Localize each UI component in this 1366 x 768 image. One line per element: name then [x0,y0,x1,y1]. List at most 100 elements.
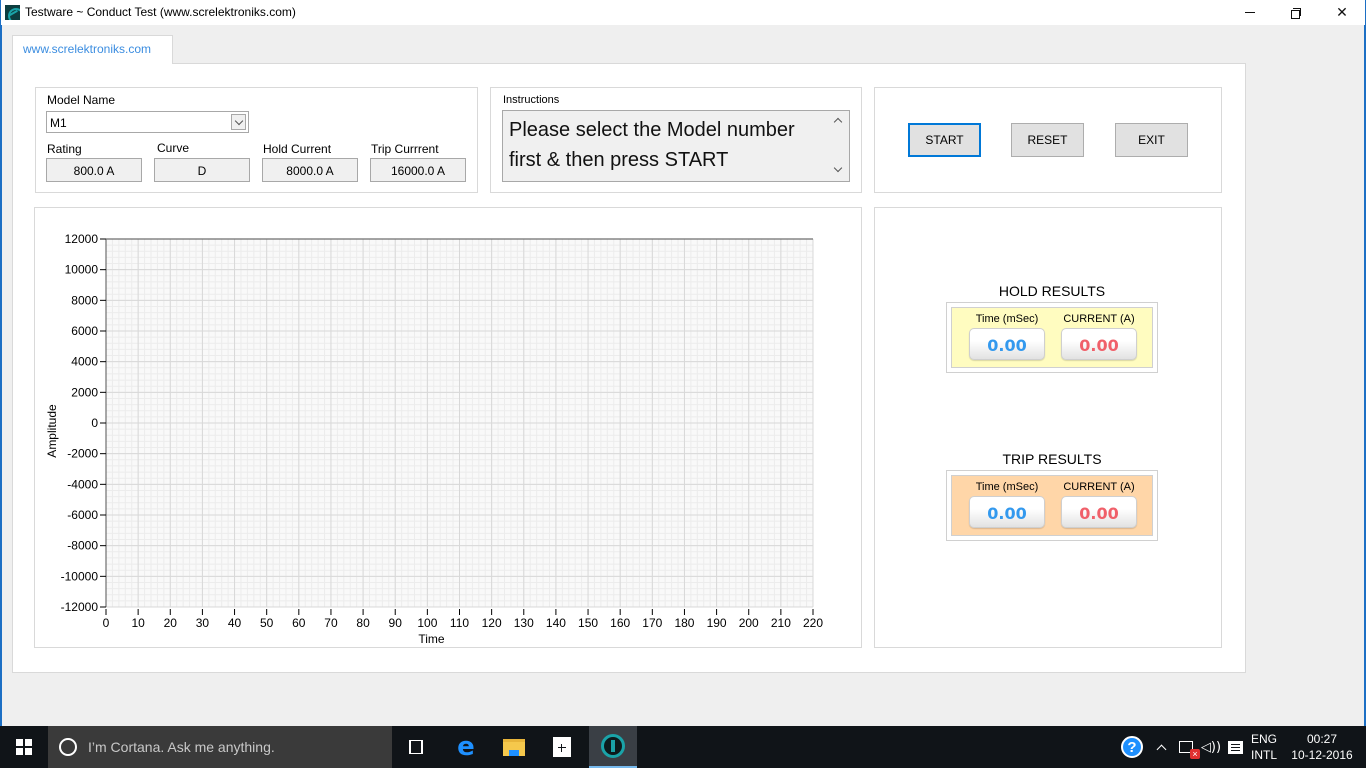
show-hidden-icons-button[interactable] [1152,726,1170,768]
task-view-icon [409,740,423,754]
x-tick-label: 30 [196,616,210,630]
chevron-down-icon[interactable] [231,114,246,130]
clock-time: 00:27 [1306,732,1338,746]
curve-field: D [154,158,250,182]
x-tick-label: 190 [707,616,727,630]
folder-icon [503,738,525,756]
y-tick-label: 6000 [71,324,98,338]
restore-icon [1291,7,1301,19]
notification-icon [1227,740,1243,754]
x-tick-label: 220 [803,616,823,630]
x-tick-label: 200 [739,616,759,630]
action-center-button[interactable] [1224,726,1246,768]
close-icon: ✕ [1336,4,1348,20]
x-tick-label: 90 [389,616,403,630]
rating-label: Rating [47,142,82,156]
exit-button[interactable]: EXIT [1115,123,1188,157]
store-icon [553,737,571,757]
y-tick-label: -10000 [61,569,99,583]
hold-results-panel: Time (mSec) CURRENT (A) 0.00 0.00 [946,302,1158,373]
model-name-value: M1 [50,116,67,130]
instructions-textbox[interactable]: Please select the Model number first & t… [502,110,850,182]
start-menu-button[interactable] [0,726,48,768]
hold-current-value: 0.00 [1061,328,1137,360]
x-axis-label: Time [418,632,445,646]
model-name-label: Model Name [47,93,116,107]
x-tick-label: 80 [356,616,370,630]
x-tick-label: 100 [417,616,437,630]
x-tick-label: 20 [164,616,178,630]
start-button[interactable]: START [908,123,981,157]
y-tick-label: -2000 [67,447,98,461]
instructions-scrollbar[interactable] [831,113,847,179]
y-axis-label: Amplitude [45,404,59,458]
results-group [874,207,1222,648]
volume-tray-button[interactable]: ◁)) [1200,726,1222,768]
store-button[interactable] [538,726,586,768]
edge-icon: e [457,732,475,762]
x-tick-label: 160 [610,616,630,630]
reset-button[interactable]: RESET [1011,123,1084,157]
trip-results-panel: Time (mSec) CURRENT (A) 0.00 0.00 [946,470,1158,541]
y-tick-label: -8000 [67,539,98,553]
y-tick-label: 4000 [71,355,98,369]
cortana-icon [59,738,77,756]
hold-results-title: HOLD RESULTS [998,283,1106,299]
x-tick-label: 70 [324,616,338,630]
trip-current-label: Trip Currrent [371,142,439,156]
model-name-dropdown[interactable]: M1 [46,111,249,133]
instructions-text: Please select the Model number first & t… [509,119,795,171]
cortana-search-box[interactable]: I’m Cortana. Ask me anything. [48,726,392,768]
clock[interactable]: 00:27 10-12-2016 [1286,726,1358,768]
y-tick-label: -4000 [67,477,98,491]
trip-results-inner: Time (mSec) CURRENT (A) 0.00 0.00 [951,475,1153,536]
scroll-down-icon[interactable] [833,163,843,173]
x-tick-label: 50 [260,616,274,630]
x-axis-ticks: 0 10 20 30 40 50 60 70 80 90 100 110 120 130 140 150 160… [103,609,823,630]
title-bar: Testware ~ Conduct Test (www.screlektron… [0,0,1366,25]
y-tick-label: 12000 [65,232,99,246]
hold-current-field: 8000.0 A [262,158,358,182]
close-button[interactable]: ✕ [1319,0,1365,25]
window-title: Testware ~ Conduct Test (www.screlektron… [25,5,296,19]
task-view-button[interactable] [392,726,440,768]
minimize-button[interactable] [1227,0,1273,25]
tab-screlektroniks[interactable]: www.screlektroniks.com [12,35,173,64]
clock-date: 10-12-2016 [1291,748,1353,762]
app-logo-icon [5,5,20,20]
instructions-label: Instructions [503,94,560,106]
hold-current-label: Hold Current [263,142,332,156]
network-tray-button[interactable] [1174,726,1200,768]
edge-button[interactable]: e [442,726,490,768]
x-tick-label: 130 [514,616,534,630]
y-tick-label: 2000 [71,385,98,399]
language-line1: ENG [1250,732,1277,746]
language-indicator[interactable]: ENG INTL [1248,726,1280,768]
restore-button[interactable] [1273,0,1319,25]
y-tick-label: 0 [91,416,98,430]
trip-time-label: Time (mSec) [975,481,1039,493]
trip-current-label: CURRENT (A) [1063,481,1135,493]
cortana-search-placeholder: I’m Cortana. Ask me anything. [88,739,275,755]
rating-field: 800.0 A [46,158,142,182]
hold-time-value: 0.00 [969,328,1045,360]
x-tick-label: 180 [674,616,694,630]
x-tick-label: 0 [103,616,110,630]
y-tick-label: -12000 [61,600,99,614]
x-tick-label: 110 [450,616,469,630]
chevron-up-icon [1156,744,1166,754]
trip-current-value: 0.00 [1061,496,1137,528]
file-explorer-button[interactable] [490,726,538,768]
testware-app-icon [601,734,625,758]
testware-taskbar-button[interactable] [589,726,637,768]
scroll-up-icon[interactable] [833,117,843,127]
y-tick-label: -6000 [67,508,98,522]
taskbar: I’m Cortana. Ask me anything. e ? ◁)) EN… [0,726,1366,768]
x-tick-label: 170 [642,616,662,630]
hold-current-label: CURRENT (A) [1063,313,1135,325]
network-disconnected-icon [1179,741,1200,759]
hold-results-inner: Time (mSec) CURRENT (A) 0.00 0.00 [951,307,1153,368]
windows-logo-icon [16,739,32,755]
help-icon: ? [1121,736,1143,758]
help-tray-button[interactable]: ? [1118,726,1146,768]
